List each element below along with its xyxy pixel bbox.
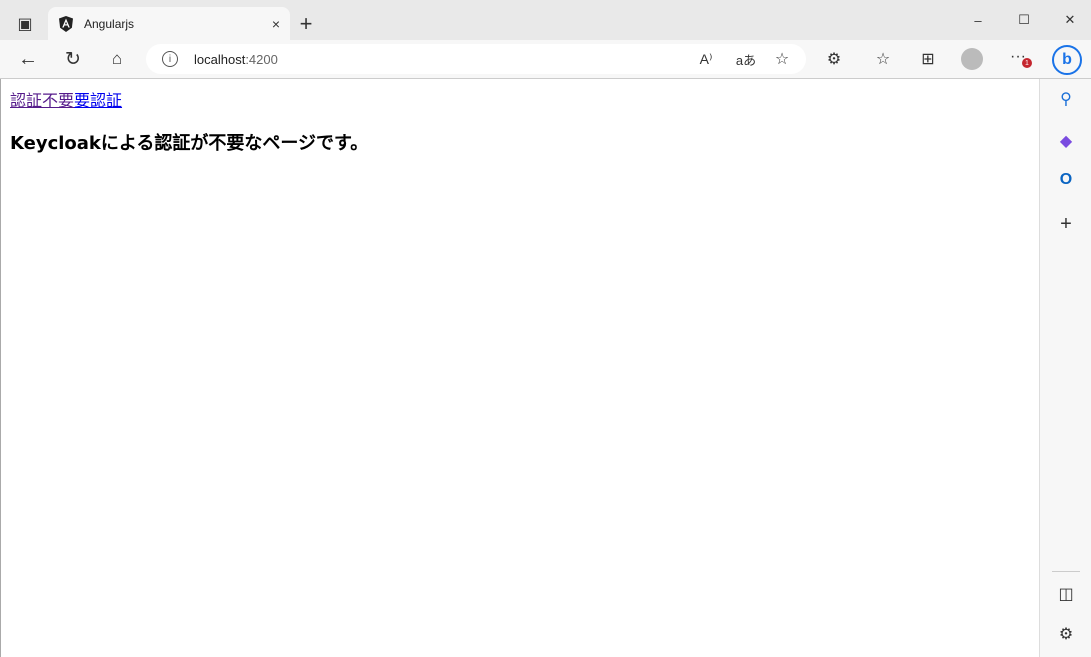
copilot-shopping-icon[interactable]: ◆ xyxy=(1054,129,1078,153)
edge-sidebar: ⚲ ◆ O + ◫ ⚙ xyxy=(1039,79,1091,657)
hide-sidebar-icon[interactable]: ◫ xyxy=(1054,582,1078,606)
address-bar[interactable]: i localhost:4200 A⁾ aあ ☆ xyxy=(146,44,806,74)
add-sidebar-icon[interactable]: + xyxy=(1054,212,1078,236)
browser-toolbar: ← ↻ ⌂ i localhost:4200 A⁾ aあ ☆ ⚙ ☆ ⊞ ···… xyxy=(0,40,1091,79)
page-content: 認証不要要認証 Keycloakによる認証が不要なページです。 xyxy=(0,79,1039,657)
back-icon[interactable]: ← xyxy=(16,47,40,71)
outlook-icon[interactable]: O xyxy=(1054,168,1078,192)
info-icon[interactable]: i xyxy=(162,51,178,67)
sidebar-divider xyxy=(1052,571,1080,572)
url-port: :4200 xyxy=(245,52,278,67)
tab-bar: ▣ Angularjs × + – ☐ ✕ xyxy=(0,0,1091,40)
link-no-auth[interactable]: 認証不要 xyxy=(10,91,74,110)
profile-avatar[interactable] xyxy=(960,47,984,71)
translate-icon[interactable]: aあ xyxy=(734,47,758,71)
refresh-icon[interactable]: ↻ xyxy=(61,47,85,71)
link-auth-required[interactable]: 要認証 xyxy=(74,91,122,110)
bing-copilot-icon[interactable]: b xyxy=(1052,45,1082,75)
search-icon[interactable]: ⚲ xyxy=(1054,87,1078,111)
add-favorite-icon[interactable]: ☆ xyxy=(770,47,794,71)
close-window-button[interactable]: ✕ xyxy=(1058,8,1082,32)
tab-close-button[interactable]: × xyxy=(272,16,280,32)
favorites-icon[interactable]: ☆ xyxy=(871,47,895,71)
new-tab-button[interactable]: + xyxy=(294,12,318,36)
extensions-icon[interactable]: ⚙ xyxy=(822,47,846,71)
read-aloud-icon[interactable]: A⁾ xyxy=(694,47,718,71)
collections-icon[interactable]: ⊞ xyxy=(916,47,940,71)
home-icon[interactable]: ⌂ xyxy=(105,47,129,71)
tab-title: Angularjs xyxy=(84,17,272,31)
tab-angularjs[interactable]: Angularjs × xyxy=(48,7,290,40)
url-host: localhost xyxy=(194,52,245,67)
settings-icon[interactable]: ⚙ xyxy=(1054,622,1078,646)
angular-favicon-icon xyxy=(58,16,74,32)
tab-actions-icon[interactable]: ▣ xyxy=(13,12,37,36)
notification-badge: 1 xyxy=(1022,58,1032,68)
page-heading: Keycloakによる認証が不要なページです。 xyxy=(10,129,1030,155)
maximize-button[interactable]: ☐ xyxy=(1012,8,1036,32)
minimize-button[interactable]: – xyxy=(966,8,990,32)
